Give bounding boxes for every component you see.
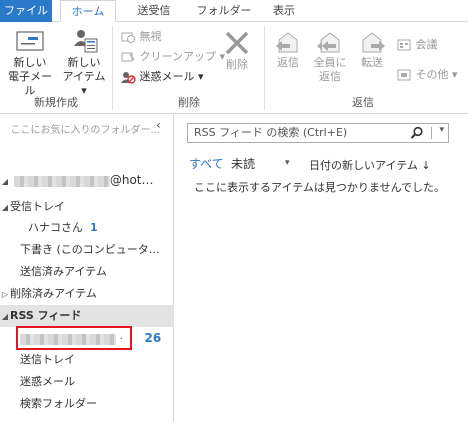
delete-button[interactable]: 削除 <box>216 28 258 72</box>
empty-list-message: ここに表示するアイテムは見つかりませんでした。 <box>194 181 446 194</box>
favorites-hint: ここにお気に入りのフォルダー... <box>10 125 160 136</box>
group-separator <box>112 26 113 110</box>
meeting-button[interactable]: 会議 <box>396 36 438 54</box>
forward-icon <box>362 32 385 53</box>
folder-inbox-label: 受信トレイ <box>10 200 65 213</box>
new-email-label-1: 新しい <box>13 56 47 69</box>
cleanup-label: クリーンアップ ▾ <box>139 50 225 63</box>
more-icon <box>397 69 411 81</box>
new-items-label-2: アイテム ▾ <box>62 70 106 97</box>
meeting-icon <box>397 39 411 51</box>
meeting-label: 会議 <box>415 38 438 51</box>
reply-all-label-1: 全員に <box>313 56 347 69</box>
folder-rss-label: RSS フィード <box>10 309 82 322</box>
new-items-label-1: 新しい <box>67 56 101 69</box>
ribbon: 新しい 電子メール 新しい アイテム ▾ 新規作成 無視 クリーンアップ ▾ 迷… <box>0 22 468 114</box>
search-divider <box>431 127 432 139</box>
filter-all[interactable]: すべて <box>189 155 224 172</box>
new-items-button[interactable]: 新しい アイテム ▾ <box>60 28 108 98</box>
tab-folder[interactable]: フォルダー <box>190 0 258 22</box>
group-label-new: 新規作成 <box>34 96 78 109</box>
search-box[interactable]: RSS フィード の検索 (Ctrl+E) ▾ <box>187 123 449 143</box>
cleanup-icon <box>121 52 135 62</box>
folder-rss[interactable]: ◢ RSS フィード <box>0 305 174 327</box>
group-separator <box>264 26 265 110</box>
folder-search-folders[interactable]: 検索フォルダー <box>0 393 174 415</box>
more-button[interactable]: その他 ▾ <box>396 66 458 84</box>
filter-unread[interactable]: 未読 <box>231 155 255 172</box>
reply-button[interactable]: 返信 <box>268 28 308 70</box>
new-email-icon <box>16 31 44 51</box>
collapse-triangle-icon: ◢ <box>1 177 9 186</box>
group-label-respond: 返信 <box>352 96 374 109</box>
tab-file[interactable]: ファイル <box>0 0 52 22</box>
ignore-button[interactable]: 無視 <box>120 28 162 46</box>
filter-dropdown-icon[interactable]: ▾ <box>285 158 290 168</box>
folder-inbox[interactable]: ◢ 受信トレイ <box>0 196 174 218</box>
reply-all-label-2: 返信 <box>319 70 341 83</box>
new-items-icon <box>74 30 98 53</box>
expand-triangle-icon: ▷ <box>1 290 9 299</box>
tab-home[interactable]: ホーム <box>60 0 116 23</box>
reply-label: 返信 <box>277 56 299 69</box>
delete-label: 削除 <box>226 58 248 71</box>
folder-sent[interactable]: 送信済みアイテム <box>0 261 174 283</box>
reply-icon <box>276 32 298 53</box>
account-suffix: @hot… <box>109 173 154 187</box>
sort-by-date[interactable]: 日付の新しいアイテム ↓ <box>309 157 431 173</box>
new-email-label-2: 電子メール <box>8 70 52 97</box>
rss-unread-count: 26 <box>144 331 162 345</box>
account-header[interactable]: ◢ @hot… <box>0 169 174 191</box>
search-dropdown-icon[interactable]: ▾ <box>439 125 444 135</box>
search-icon[interactable] <box>410 126 424 140</box>
collapse-pane-button[interactable]: ‹ <box>156 118 161 132</box>
tab-send-receive[interactable]: 送受信 <box>124 0 184 22</box>
forward-button[interactable]: 転送 <box>352 28 392 70</box>
junk-label: 迷惑メール ▾ <box>139 70 204 83</box>
collapse-triangle-icon: ◢ <box>1 312 9 321</box>
more-label: その他 ▾ <box>415 68 458 81</box>
folder-inbox-sub[interactable]: ハナコさん 1 <box>0 217 174 239</box>
folder-pane: ここにお気に入りのフォルダー... ‹ ◢ @hot… ◢ 受信トレイ ハナコさん… <box>0 115 174 422</box>
folder-deleted[interactable]: ▷ 削除済みアイテム <box>0 283 174 305</box>
junk-button[interactable]: 迷惑メール ▾ <box>120 68 204 86</box>
tab-view[interactable]: 表示 <box>264 0 304 22</box>
search-placeholder: RSS フィード の検索 (Ctrl+E) <box>194 126 348 139</box>
message-list-pane: RSS フィード の検索 (Ctrl+E) ▾ すべて 未読 ▾ 日付の新しいア… <box>175 115 468 422</box>
unread-count: 1 <box>90 221 98 234</box>
reply-all-icon <box>317 32 340 53</box>
reply-all-button[interactable]: 全員に 返信 <box>308 28 352 84</box>
delete-x-icon <box>225 31 249 55</box>
new-email-button[interactable]: 新しい 電子メール <box>6 28 54 98</box>
folder-drafts[interactable]: 下書き (このコンピュータ… <box>0 239 174 261</box>
ribbon-tab-bar: ファイル ホーム 送受信 フォルダー 表示 <box>0 0 468 23</box>
folder-outbox[interactable]: 送信トレイ <box>0 349 174 371</box>
folder-inbox-sub-label: ハナコさん <box>28 221 83 234</box>
highlight-box <box>16 326 132 350</box>
cleanup-button[interactable]: クリーンアップ ▾ <box>120 48 225 66</box>
group-label-delete: 削除 <box>178 96 200 109</box>
collapse-triangle-icon: ◢ <box>1 203 9 212</box>
ignore-label: 無視 <box>139 30 162 43</box>
ignore-icon <box>121 32 135 43</box>
forward-label: 転送 <box>361 56 383 69</box>
folder-junk[interactable]: 迷惑メール <box>0 371 174 393</box>
junk-icon <box>121 72 136 84</box>
folder-deleted-label: 削除済みアイテム <box>10 287 97 300</box>
account-name-redacted <box>13 175 110 187</box>
